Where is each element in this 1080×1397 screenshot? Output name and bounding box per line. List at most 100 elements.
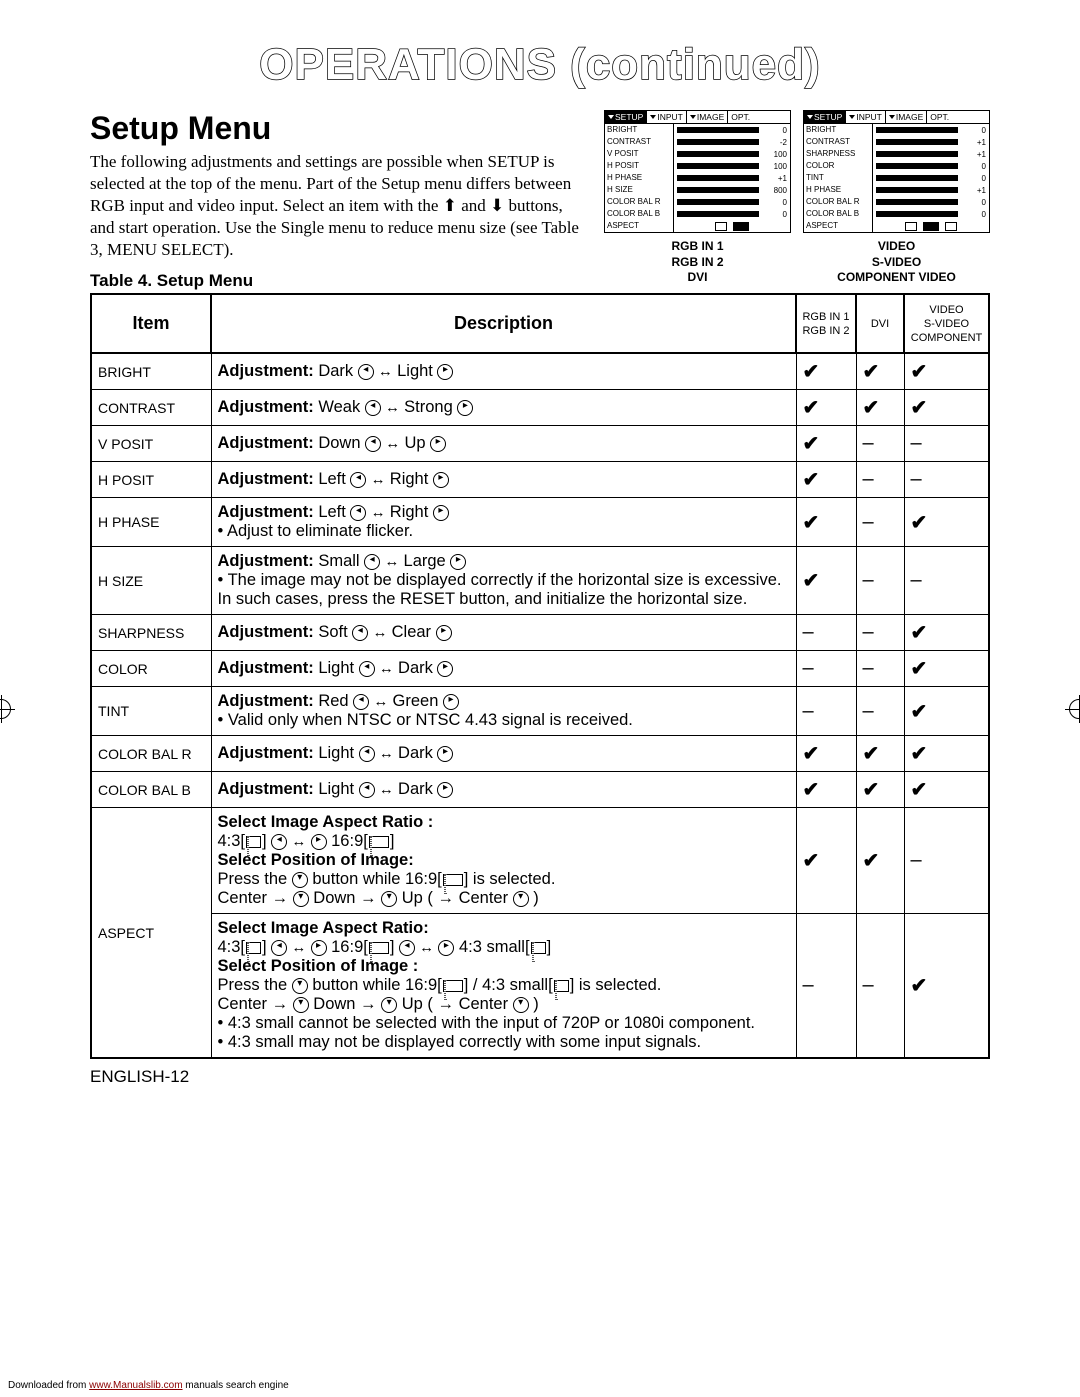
right-icon	[437, 364, 453, 380]
down-icon	[381, 997, 397, 1013]
item-cell: H SIZE	[91, 547, 211, 615]
aspect-169-icon	[369, 836, 389, 848]
down-icon	[293, 891, 309, 907]
download-note: Downloaded from www.Manualslib.com manua…	[8, 1380, 289, 1391]
check-cell: –	[856, 615, 904, 651]
down-icon	[513, 891, 529, 907]
item-cell: COLOR BAL R	[91, 736, 211, 772]
left-icon	[359, 746, 375, 762]
item-cell: COLOR BAL B	[91, 772, 211, 808]
check-cell	[796, 772, 856, 808]
right-icon	[436, 625, 452, 641]
table-row: Select Image Aspect Ratio: 4:3[] ↔ 16:9[…	[91, 914, 989, 1059]
check-cell: –	[856, 914, 904, 1059]
right-icon	[437, 782, 453, 798]
osd-tab-image: IMAGE	[687, 111, 728, 123]
col-dvi: DVI	[856, 294, 904, 353]
check-cell	[904, 651, 989, 687]
left-icon	[359, 782, 375, 798]
aspect-43-icon	[246, 942, 261, 954]
check-cell	[904, 772, 989, 808]
left-icon	[364, 554, 380, 570]
left-icon	[365, 400, 381, 416]
right-icon	[438, 940, 454, 956]
table-row: COLOR BAL R Adjustment: Light ↔ Dark	[91, 736, 989, 772]
osd-video: SETUP INPUT IMAGE OPT. BRIGHTCONTRASTSHA…	[803, 110, 990, 233]
right-icon	[433, 472, 449, 488]
item-cell: TINT	[91, 687, 211, 736]
desc-cell: Adjustment: Dark ↔ Light	[211, 353, 796, 390]
check-cell	[796, 498, 856, 547]
down-icon	[513, 997, 529, 1013]
table-row: ASPECT Select Image Aspect Ratio : 4:3[]…	[91, 808, 989, 914]
left-icon	[358, 364, 374, 380]
check-cell	[856, 353, 904, 390]
table-row: COLOR BAL B Adjustment: Light ↔ Dark	[91, 772, 989, 808]
table-row: V POSIT Adjustment: Down ↔ Up ––	[91, 426, 989, 462]
osd-caption-video: VIDEOS-VIDEOCOMPONENT VIDEO	[803, 239, 990, 286]
check-cell: –	[796, 615, 856, 651]
col-video: VIDEOS-VIDEOCOMPONENT	[904, 294, 989, 353]
right-icon	[437, 661, 453, 677]
col-desc: Description	[211, 294, 796, 353]
check-cell: –	[904, 462, 989, 498]
check-cell: –	[856, 547, 904, 615]
right-icon	[457, 400, 473, 416]
desc-cell: Adjustment: Light ↔ Dark	[211, 651, 796, 687]
osd-tab-setup: SETUP	[804, 111, 846, 123]
down-icon	[293, 997, 309, 1013]
item-cell: H POSIT	[91, 462, 211, 498]
osd-diagrams: SETUP INPUT IMAGE OPT. BRIGHTCONTRASTV P…	[604, 110, 990, 286]
intro-text: The following adjustments and settings a…	[90, 151, 589, 261]
item-cell: V POSIT	[91, 426, 211, 462]
aspect-43small-icon	[554, 980, 569, 992]
check-cell	[856, 736, 904, 772]
right-icon	[443, 694, 459, 710]
check-cell	[796, 462, 856, 498]
check-cell	[796, 390, 856, 426]
item-cell: CONTRAST	[91, 390, 211, 426]
check-cell	[904, 615, 989, 651]
check-cell	[904, 390, 989, 426]
table-row: H SIZE Adjustment: Small ↔ Large • The i…	[91, 547, 989, 615]
check-cell: –	[856, 462, 904, 498]
aspect-43-icon	[246, 836, 261, 848]
left-icon	[353, 694, 369, 710]
check-cell: –	[856, 498, 904, 547]
osd-rgb: SETUP INPUT IMAGE OPT. BRIGHTCONTRASTV P…	[604, 110, 791, 233]
table-row: BRIGHT Adjustment: Dark ↔ Light	[91, 353, 989, 390]
table-title: Table 4. Setup Menu	[90, 271, 589, 291]
check-cell	[904, 353, 989, 390]
osd-caption-rgb: RGB IN 1RGB IN 2DVI	[604, 239, 791, 286]
item-cell: ASPECT	[91, 808, 211, 1059]
down-icon	[292, 872, 308, 888]
check-cell	[856, 772, 904, 808]
table-row: COLOR Adjustment: Light ↔ Dark ––	[91, 651, 989, 687]
osd-tab-opt: OPT.	[728, 111, 753, 123]
table-row: H PHASE Adjustment: Left ↔ Right • Adjus…	[91, 498, 989, 547]
check-cell: –	[796, 687, 856, 736]
table-row: H POSIT Adjustment: Left ↔ Right ––	[91, 462, 989, 498]
down-icon	[381, 891, 397, 907]
check-cell	[796, 808, 856, 914]
aspect-169-icon	[443, 980, 463, 992]
aspect-169-icon	[443, 874, 463, 886]
check-cell: –	[796, 914, 856, 1059]
osd-tab-setup: SETUP	[605, 111, 647, 123]
table-row: SHARPNESS Adjustment: Soft ↔ Clear ––	[91, 615, 989, 651]
check-cell: –	[904, 547, 989, 615]
desc-cell: Adjustment: Light ↔ Dark	[211, 736, 796, 772]
right-icon	[433, 505, 449, 521]
desc-cell: Select Image Aspect Ratio : 4:3[] ↔ 16:9…	[211, 808, 796, 914]
right-icon	[311, 940, 327, 956]
desc-cell: Adjustment: Soft ↔ Clear	[211, 615, 796, 651]
left-icon	[399, 940, 415, 956]
manualslib-link[interactable]: www.Manualslib.com	[89, 1380, 182, 1391]
aspect-169-icon	[369, 942, 389, 954]
check-cell: –	[796, 651, 856, 687]
right-icon	[311, 834, 327, 850]
left-icon	[352, 625, 368, 641]
setup-table: Item Description RGB IN 1RGB IN 2 DVI VI…	[90, 293, 990, 1059]
left-icon	[350, 472, 366, 488]
right-icon	[430, 436, 446, 452]
